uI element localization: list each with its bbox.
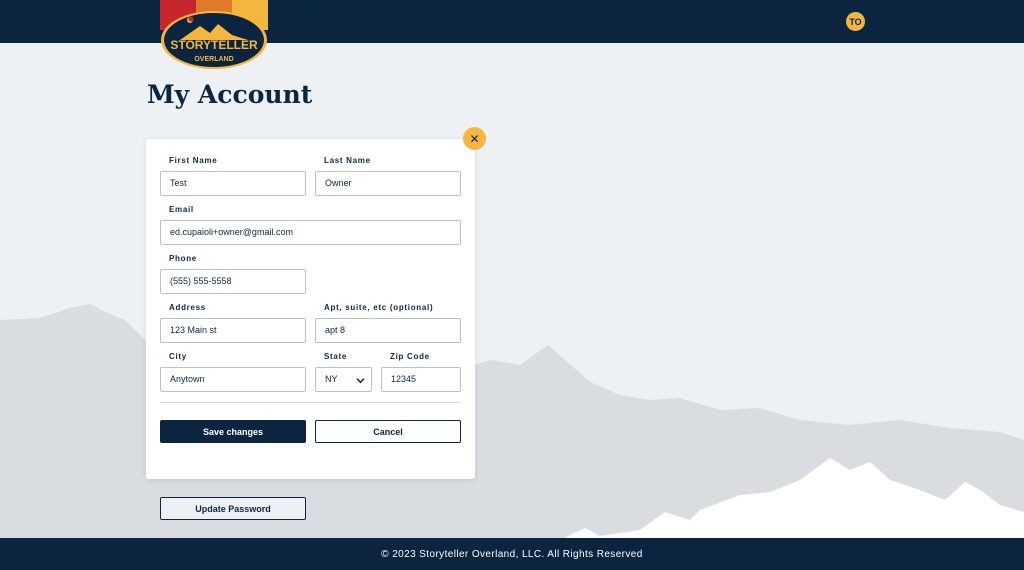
address-label: Address bbox=[169, 303, 206, 312]
form-divider bbox=[160, 402, 461, 403]
user-avatar[interactable]: TO bbox=[846, 12, 865, 31]
page-title: My Account bbox=[147, 80, 313, 109]
save-changes-button[interactable]: Save changes bbox=[160, 420, 306, 443]
close-icon[interactable]: ✕ bbox=[463, 127, 486, 150]
address-field[interactable]: 123 Main st bbox=[160, 318, 306, 343]
zip-label: Zip Code bbox=[390, 352, 430, 361]
first-name-field[interactable]: Test bbox=[160, 171, 306, 196]
footer-copyright: © 2023 Storyteller Overland, LLC. All Ri… bbox=[0, 538, 1024, 570]
first-name-label: First Name bbox=[169, 156, 218, 165]
apt-label: Apt, suite, etc (optional) bbox=[324, 303, 434, 312]
state-label: State bbox=[324, 352, 348, 361]
city-field[interactable]: Anytown bbox=[160, 367, 306, 392]
zip-field[interactable]: 12345 bbox=[381, 367, 461, 392]
state-select[interactable]: NY bbox=[315, 367, 372, 392]
email-label: Email bbox=[169, 205, 194, 214]
logo-text: STORYTELLER bbox=[170, 38, 258, 52]
storyteller-logo[interactable]: STORYTELLER OVERLAND bbox=[160, 0, 268, 72]
cancel-button[interactable]: Cancel bbox=[315, 420, 461, 443]
state-value: NY bbox=[325, 374, 338, 384]
logo-subtext: OVERLAND bbox=[194, 56, 233, 63]
chevron-down-icon bbox=[356, 378, 365, 384]
city-label: City bbox=[169, 352, 187, 361]
phone-field[interactable]: (555) 555-5558 bbox=[160, 269, 306, 294]
last-name-label: Last Name bbox=[324, 156, 371, 165]
nav-garage[interactable]: Garage bbox=[47, 0, 100, 17]
apt-field[interactable]: apt 8 bbox=[315, 318, 461, 343]
top-navbar: Home Garage Service Locations Help & Sup… bbox=[0, 0, 1024, 43]
nav-home[interactable]: Home bbox=[0, 0, 43, 17]
phone-label: Phone bbox=[169, 254, 197, 263]
email-field[interactable]: ed.cupaioli+owner@gmail.com bbox=[160, 220, 461, 245]
update-password-button[interactable]: Update Password bbox=[160, 497, 306, 520]
last-name-field[interactable]: Owner bbox=[315, 171, 461, 196]
